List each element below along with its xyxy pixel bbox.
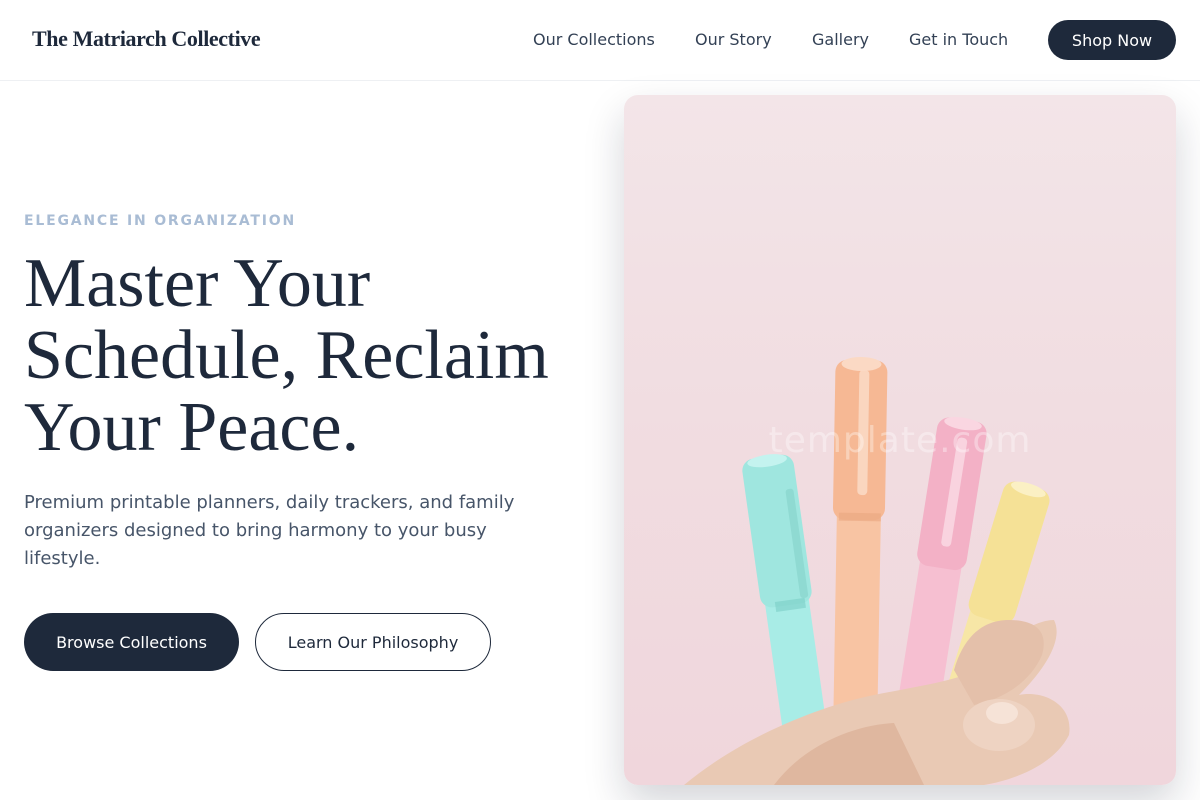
brand-logo[interactable]: The Matriarch Collective xyxy=(32,26,261,52)
nav-link-get-in-touch[interactable]: Get in Touch xyxy=(909,30,1008,49)
top-navbar: The Matriarch Collective Our Collections… xyxy=(0,0,1200,81)
hero-headline: Master Your Schedule, Reclaim Your Peace… xyxy=(24,248,614,464)
nav-link-gallery[interactable]: Gallery xyxy=(812,30,869,49)
hero-image: template.com xyxy=(624,95,1176,785)
browse-collections-button[interactable]: Browse Collections xyxy=(24,613,239,671)
peach-pen xyxy=(832,357,888,741)
headline-line-1: Master Your xyxy=(24,245,371,322)
headline-line-3: Your Peace. xyxy=(24,389,360,466)
nav-link-our-collections[interactable]: Our Collections xyxy=(533,30,655,49)
image-watermark: template.com xyxy=(768,420,1032,461)
learn-philosophy-button[interactable]: Learn Our Philosophy xyxy=(255,613,491,671)
headline-line-2: Schedule, Reclaim xyxy=(24,317,549,394)
shop-now-button[interactable]: Shop Now xyxy=(1048,20,1176,60)
hero-subtext: Premium printable planners, daily tracke… xyxy=(24,492,515,569)
nav-link-our-story[interactable]: Our Story xyxy=(695,30,772,49)
teal-pen xyxy=(742,454,827,736)
hero-eyebrow: ELEGANCE IN ORGANIZATION xyxy=(24,213,297,229)
